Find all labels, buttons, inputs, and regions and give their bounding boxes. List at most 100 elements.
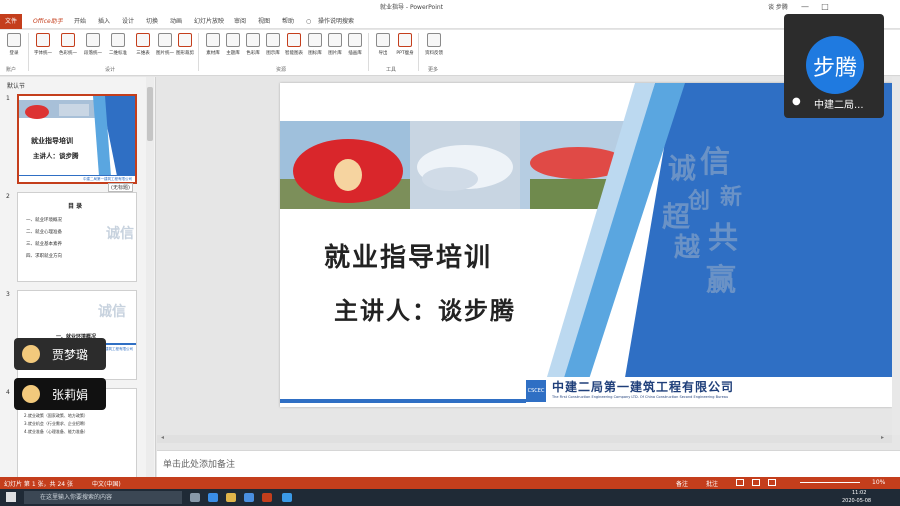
slide-number: 1	[6, 95, 10, 102]
chart-icon	[287, 33, 301, 47]
tab-view[interactable]: 视图	[258, 17, 270, 27]
tab-review[interactable]: 审阅	[234, 17, 246, 27]
horizontal-scrollbar[interactable]: ◂ ▸	[157, 434, 892, 443]
slide-thumbnail-2[interactable]: 目 录 一、就业环境概况 二、就业心理准备 三、就业基本素养 四、求职就业方向 …	[17, 192, 137, 282]
feedback-button[interactable]: 资料反馈	[421, 32, 447, 56]
palette-icon	[246, 33, 260, 47]
store-icon[interactable]	[244, 493, 254, 502]
notes-toggle[interactable]: 备注	[676, 479, 688, 488]
zoom-slider[interactable]	[800, 482, 860, 483]
thumb2-heading: 目 录	[68, 203, 83, 210]
slide-number: 4	[6, 389, 10, 396]
thumb2-item: 三、就业基本素养	[26, 242, 62, 247]
ribbon: 登录 字体统一 色彩统一 段落统一 二维标准 三维表 图片统一 图形裁剪 素材库…	[0, 30, 900, 76]
taskbar-search[interactable]: 在这里输入你要搜索的内容	[24, 491, 182, 504]
panel-scroll-thumb[interactable]	[147, 87, 153, 141]
sorter-view-icon[interactable]	[752, 479, 760, 486]
user-name[interactable]: 谈 步腾	[768, 2, 788, 11]
slide-title[interactable]: 就业指导培训	[324, 237, 492, 274]
company-logo: CSCEC	[526, 380, 546, 402]
thumb1-title: 就业指导培训	[31, 137, 73, 145]
clock-date: 2020-05-08	[842, 498, 872, 504]
tab-insert[interactable]: 插入	[98, 17, 110, 27]
scroll-left-icon[interactable]: ◂	[161, 434, 164, 441]
windows-taskbar: 在这里输入你要搜索的内容 11:02 2020-05-08	[0, 489, 900, 506]
section-label[interactable]: 默认节	[7, 81, 25, 90]
participant-name: 张莉娟	[52, 388, 89, 402]
speaker-avatar-text: 步腾	[812, 56, 857, 81]
maximize-button[interactable]: □	[818, 1, 832, 12]
calligraphy-char: 创	[688, 188, 711, 214]
slide-number: 3	[6, 291, 10, 298]
task-view-icon[interactable]	[190, 493, 200, 502]
normal-view-icon[interactable]	[736, 479, 744, 486]
illustration-library-button[interactable]: 插画库	[342, 32, 368, 56]
explorer-icon[interactable]	[226, 493, 236, 502]
clock-time: 11:02	[852, 490, 867, 496]
vertical-scrollbar[interactable]	[892, 77, 900, 435]
edge-icon[interactable]	[208, 493, 218, 502]
minimize-button[interactable]: —	[798, 1, 812, 12]
group-label-more: 更多	[428, 67, 439, 73]
calligraphy-char: 信	[700, 145, 730, 180]
powerpoint-window: 就业指导 - PowerPoint 谈 步腾 — □ 文件 Office助手 开…	[0, 0, 900, 506]
shape-crop-button[interactable]: 图形裁剪	[172, 32, 198, 56]
slide-thumbnail-1[interactable]: 就业指导培训 主讲人：谈步腾 中建二局第一建筑工程有限公司	[17, 94, 137, 184]
meeting-app-icon[interactable]	[282, 493, 292, 502]
thumb2-item: 四、求职就业方向	[26, 254, 62, 259]
meeting-speaker-tile[interactable]: 步腾 ● 中建二局...	[784, 14, 884, 118]
microphone-icon: ●	[792, 96, 801, 107]
table-icon	[136, 33, 150, 47]
participant-tile-2[interactable]: 张莉娟	[14, 378, 106, 410]
company-name: 中建二局第一建筑工程有限公司	[552, 380, 735, 394]
status-bar: 幻灯片 第 1 张，共 24 张 中文(中国) 备注 批注 10%	[0, 477, 900, 489]
thumb2-watermark: 诚信	[106, 226, 134, 242]
login-button[interactable]: 登录	[1, 32, 27, 56]
thumb4-line: 4.就业准备（心理准备、能力准备）	[24, 429, 88, 434]
tab-help[interactable]: 帮助	[282, 17, 294, 27]
font-unify-button[interactable]: 字体统一	[30, 32, 56, 56]
reading-view-icon[interactable]	[768, 479, 776, 486]
tab-design[interactable]: 设计	[122, 17, 134, 27]
calligraphy-char: 共	[708, 221, 738, 256]
thumb2-item: 一、就业环境概况	[26, 218, 62, 223]
slide-thumbnail-panel: 默认节 1 2 3 4 就业指导培训 主讲人：谈步腾 中建二局第一建筑工程有限公…	[0, 77, 156, 477]
tab-transitions[interactable]: 切换	[146, 17, 158, 27]
tell-me-search[interactable]: 操作说明搜索	[318, 17, 354, 27]
windows-start-icon[interactable]	[6, 492, 16, 502]
slim-icon	[398, 33, 412, 47]
theme-icon	[226, 33, 240, 47]
main-slide[interactable]: 诚 信 创 新 超 越 共 赢 就业指导培训 主讲人：谈步腾 CSCEC 中建二…	[280, 83, 892, 407]
powerpoint-icon[interactable]	[262, 493, 272, 502]
group-divider	[368, 33, 369, 71]
tab-animations[interactable]: 动画	[170, 17, 182, 27]
comments-toggle[interactable]: 批注	[706, 479, 718, 488]
library-icon	[206, 33, 220, 47]
thumb1-company: 中建二局第一建筑工程有限公司	[83, 177, 132, 181]
paragraph-unify-button[interactable]: 段落统一	[80, 32, 106, 56]
2d-standard-button[interactable]: 二维标准	[105, 32, 131, 56]
picture-icon	[328, 33, 342, 47]
tab-slideshow[interactable]: 幻灯片放映	[194, 17, 224, 27]
slide-speaker[interactable]: 主讲人：谈步腾	[334, 291, 516, 326]
window-title: 就业指导 - PowerPoint	[380, 4, 444, 11]
illustration-icon	[348, 33, 362, 47]
title-bar: 就业指导 - PowerPoint 谈 步腾 — □	[0, 0, 900, 14]
scroll-right-icon[interactable]: ▸	[881, 434, 884, 441]
color-unify-button[interactable]: 色彩统一	[55, 32, 81, 56]
tab-home[interactable]: 开始	[74, 17, 86, 27]
notes-pane[interactable]: 单击此处添加备注	[157, 450, 900, 477]
language-indicator[interactable]: 中文(中国)	[92, 479, 121, 488]
notes-placeholder: 单击此处添加备注	[163, 460, 236, 470]
participant-tile-1[interactable]: 贾梦璐	[14, 338, 106, 370]
panel-scrollbar[interactable]	[146, 77, 154, 477]
group-divider	[198, 33, 199, 71]
group-label-design: 设计	[105, 67, 116, 73]
slide-count: 幻灯片 第 1 张，共 24 张	[4, 481, 73, 488]
tab-office-assistant[interactable]: Office助手	[33, 17, 63, 27]
raise-hand-icon	[22, 385, 40, 403]
lightbulb-icon: ○	[306, 18, 312, 25]
ppt-slim-button[interactable]: PPT瘦身	[392, 32, 418, 56]
tab-file[interactable]: 文件	[0, 14, 22, 29]
zoom-level[interactable]: 10%	[872, 479, 885, 486]
